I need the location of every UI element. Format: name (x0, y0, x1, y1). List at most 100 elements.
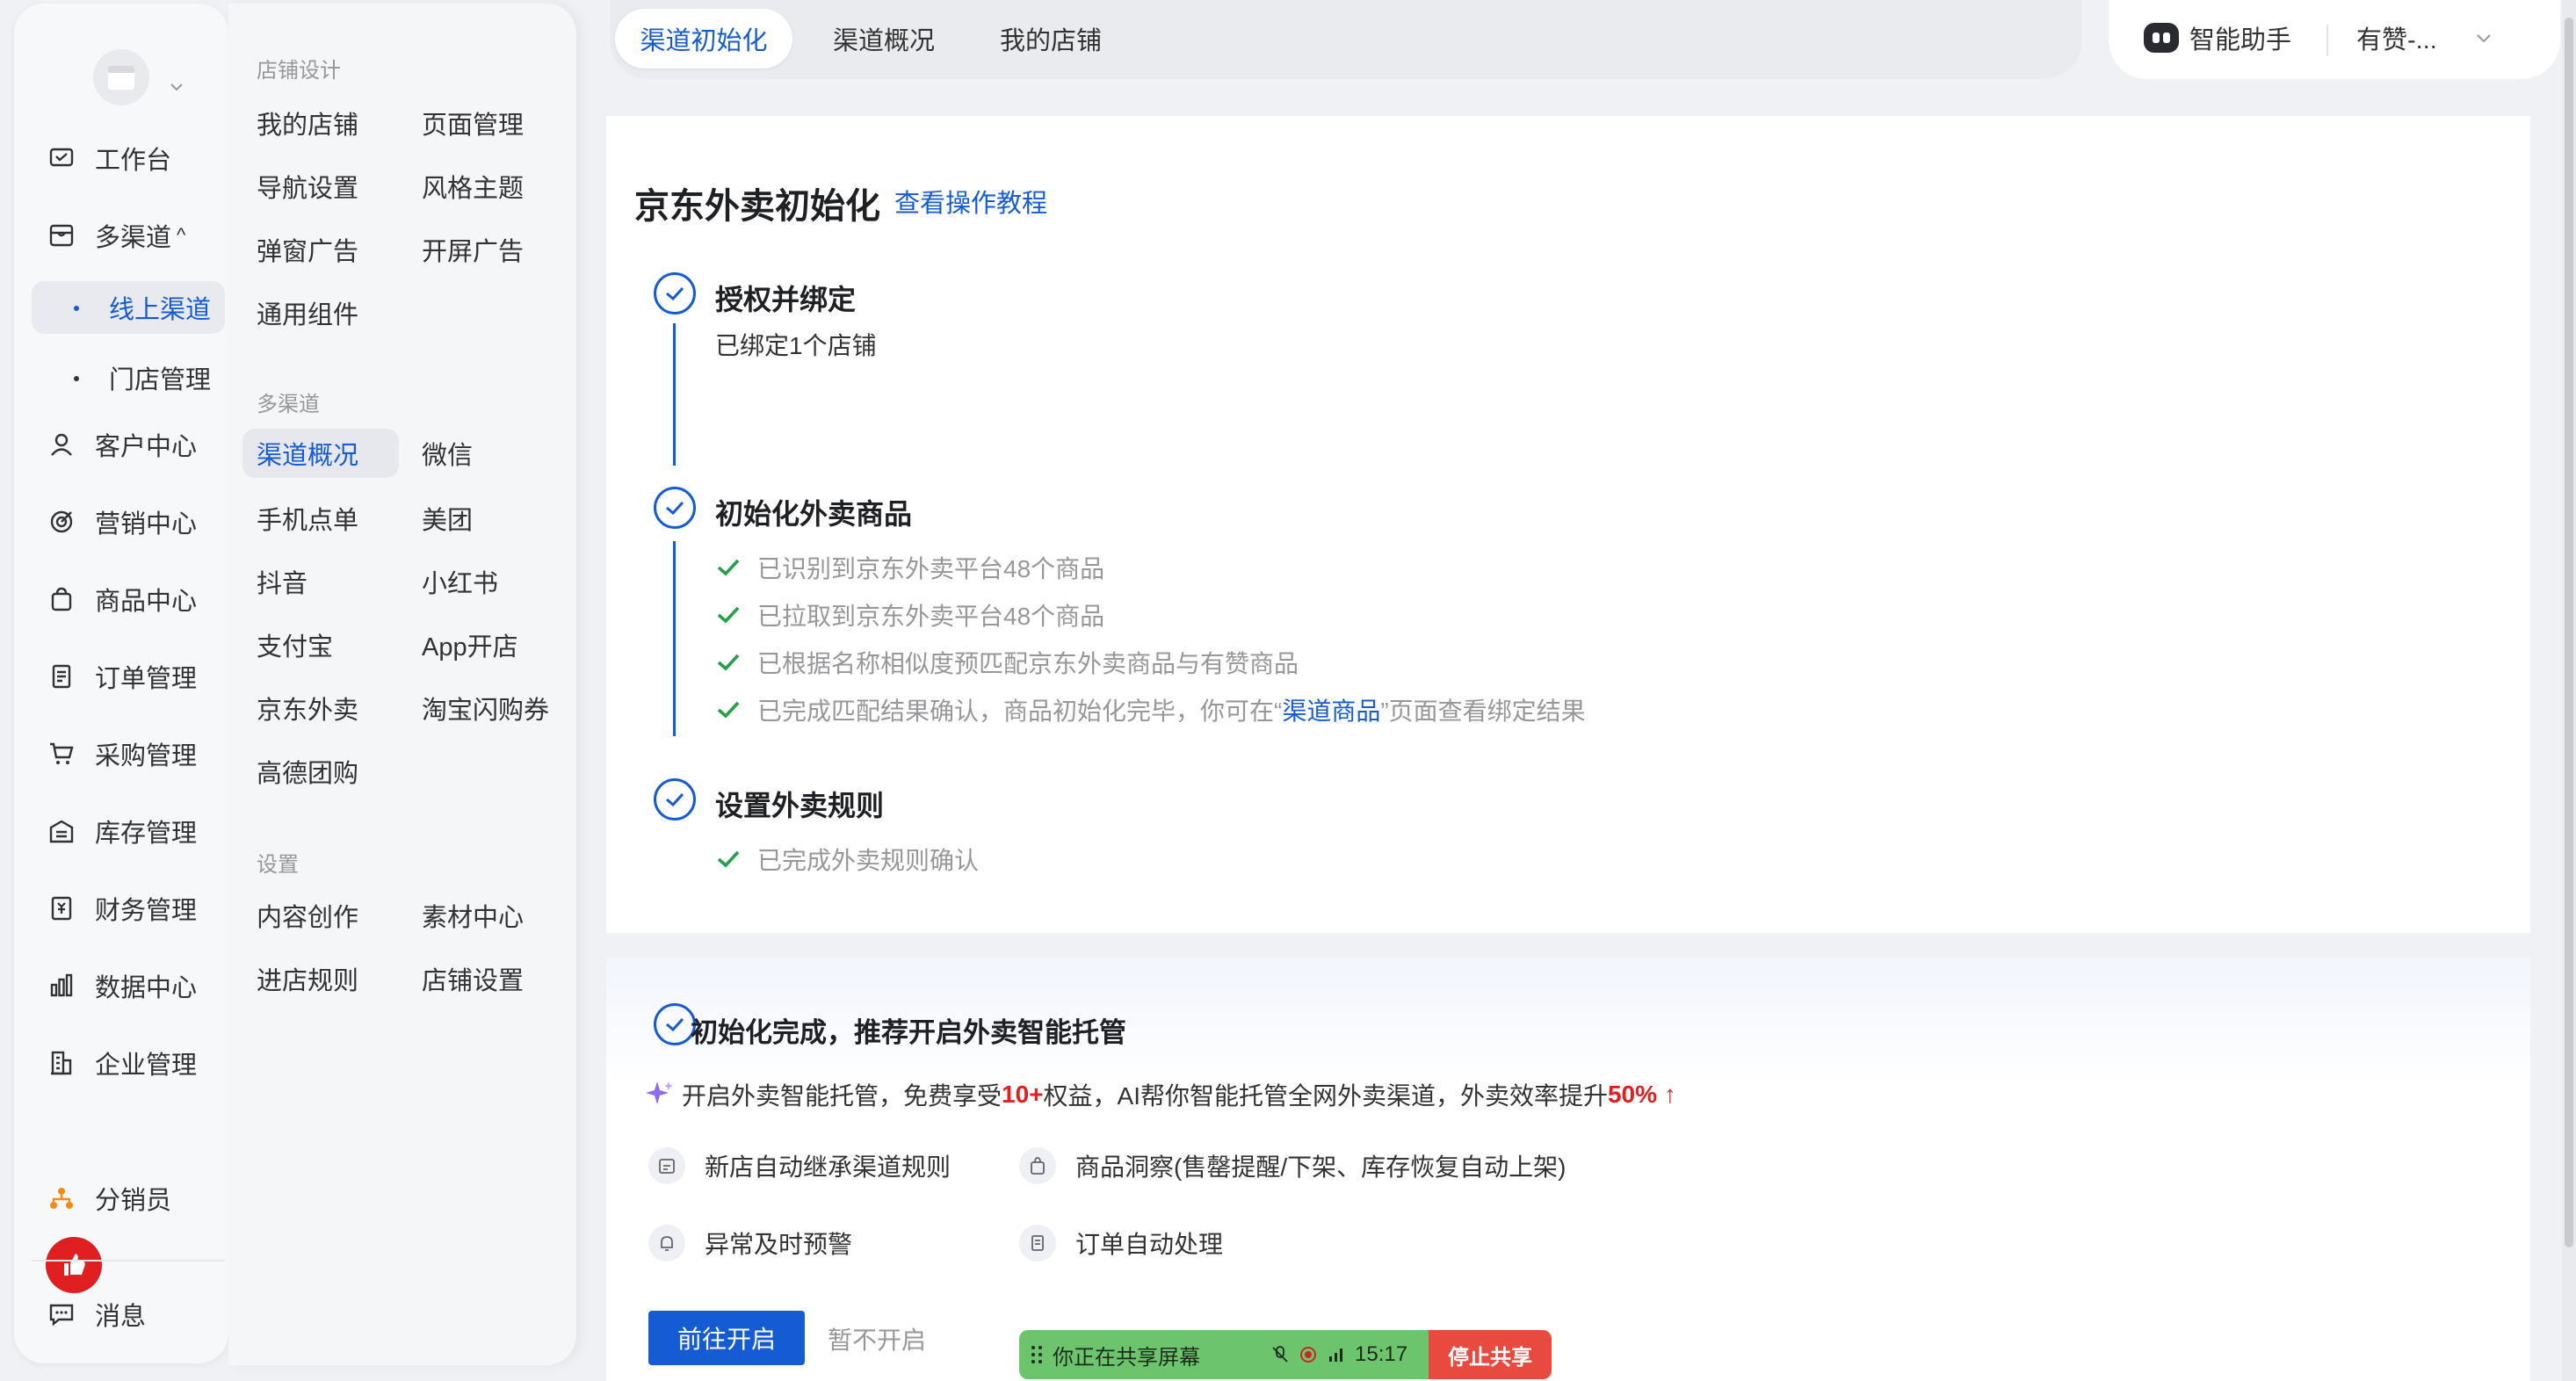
submenu-link-common-components[interactable]: 通用组件 (257, 288, 358, 337)
bag-icon (1019, 1147, 1056, 1184)
store-logo[interactable] (93, 49, 149, 105)
feature-item: 新店自动继承渠道规则 (648, 1147, 951, 1184)
share-text: 你正在共享屏幕 (1053, 1345, 1200, 1370)
submenu-link-meituan[interactable]: 美团 (422, 494, 473, 543)
submenu-link-xiaohongshu[interactable]: 小红书 (422, 557, 498, 606)
sidebar-item-online-channel[interactable]: 线上渠道 (32, 281, 225, 334)
sidebar-item-label: 采购管理 (95, 742, 198, 770)
enable-button[interactable]: 前往开启 (648, 1311, 805, 1365)
bell-icon (648, 1225, 685, 1262)
sidebar-item-distributor[interactable]: 分销员 (46, 1172, 221, 1225)
checkmark-icon (715, 602, 742, 628)
sidebar-item-workbench[interactable]: 工作台 (46, 132, 221, 184)
channel-products-link[interactable]: 渠道商品 (1282, 692, 1380, 727)
bag-icon (46, 583, 77, 615)
sparkle-icon (646, 1081, 673, 1104)
sidebar-item-marketing-center[interactable]: 营销中心 (46, 495, 221, 548)
sidebar-item-label: 库存管理 (95, 820, 198, 848)
sidebar-item-data-center[interactable]: 数据中心 (46, 959, 221, 1012)
sidebar-item-inventory-management[interactable]: 库存管理 (46, 805, 221, 857)
account-switcher[interactable]: 有赞-... (2356, 19, 2437, 56)
top-tab-bar: 渠道初始化 渠道概况 我的店铺 (610, 0, 2082, 79)
submenu-link-page-management[interactable]: 页面管理 (422, 98, 524, 148)
share-status: 你正在共享屏幕 15:17 (1019, 1330, 1429, 1379)
check-text: 已根据名称相似度预匹配京东外卖商品与有赞商品 (757, 650, 1299, 677)
drag-handle-icon[interactable] (1030, 1343, 1044, 1366)
chevron-down-icon[interactable] (2474, 28, 2493, 47)
init-card: 京东外卖初始化 查看操作教程 授权并绑定 已绑定1个店铺 初始化外卖商品 已识别… (606, 116, 2530, 933)
feature-text: 商品洞察(售罄提醒/下架、库存恢复自动上架) (1075, 1153, 1567, 1181)
sidebar-item-label: 多渠道 (95, 224, 172, 252)
multichannel-icon (46, 220, 77, 251)
submenu-link-popup-ad[interactable]: 弹窗广告 (257, 225, 358, 274)
stop-sharing-button[interactable]: 停止共享 (1429, 1330, 1552, 1379)
group-title-store-design: 店铺设计 (257, 59, 341, 83)
submenu-link-material-center[interactable]: 素材中心 (422, 891, 524, 940)
sidebar-item-label: 客户中心 (95, 433, 198, 461)
recommend-title: 初始化完成，推荐开启外卖智能托管 (691, 1017, 1126, 1048)
message-icon (46, 1298, 77, 1330)
promo-highlight: 10+ (1002, 1081, 1044, 1108)
tab-channel-init[interactable]: 渠道初始化 (615, 9, 792, 69)
sidebar-item-message[interactable]: 消息 (46, 1288, 221, 1341)
submenu-link-wechat[interactable]: 微信 (422, 429, 473, 478)
submenu-link-entry-rules[interactable]: 进店规则 (257, 954, 358, 1003)
check-item: 已识别到京东外卖平台48个商品 (715, 550, 1104, 585)
page-title: 京东外卖初始化 (634, 187, 880, 226)
tutorial-link[interactable]: 查看操作教程 (894, 183, 1047, 220)
bullet-dot (74, 306, 79, 311)
check-text: ”页面查看绑定结果 (1380, 698, 1586, 725)
sidebar-item-label: 工作台 (95, 147, 172, 175)
sidebar-item-finance-management[interactable]: 财务管理 (46, 882, 221, 935)
submenu-link-my-store[interactable]: 我的店铺 (257, 98, 358, 148)
submenu-link-jd-takeaway[interactable]: 京东外卖 (257, 683, 358, 733)
submenu-link-content-creation[interactable]: 内容创作 (257, 891, 358, 940)
submenu-link-nav-settings[interactable]: 导航设置 (257, 162, 358, 211)
promo-part: 权益，AI帮你智能托管全网外卖渠道，外卖效率提升 (1043, 1082, 1608, 1110)
checkmark-icon (715, 554, 742, 581)
submenu-link-mobile-order[interactable]: 手机点单 (257, 494, 358, 543)
chart-icon (46, 970, 77, 1001)
toolbar-divider (2326, 25, 2328, 56)
sidebar-item-enterprise-management[interactable]: 企业管理 (46, 1037, 221, 1089)
step-check-icon (654, 487, 696, 529)
sidebar-item-label: 数据中心 (95, 974, 198, 1002)
warehouse-icon (46, 815, 77, 847)
step-connector (673, 541, 676, 736)
submenu-link-taobao-flash[interactable]: 淘宝闪购券 (422, 683, 549, 733)
scrollbar-thumb[interactable] (2565, 18, 2573, 1247)
submenu-link-channel-overview[interactable]: 渠道概况 (242, 429, 399, 478)
skip-button[interactable]: 暂不开启 (828, 1321, 926, 1356)
submenu-link-app-store[interactable]: App开店 (422, 620, 518, 669)
thumbs-up-icon[interactable] (46, 1237, 102, 1293)
sidebar-item-purchase-management[interactable]: 采购管理 (46, 727, 221, 780)
sidebar-item-label: 营销中心 (95, 510, 198, 539)
tab-channel-overview[interactable]: 渠道概况 (805, 9, 963, 69)
sidebar-item-product-center[interactable]: 商品中心 (46, 573, 221, 625)
submenu-link-amap-groupbuy[interactable]: 高德团购 (257, 747, 358, 796)
tab-my-store[interactable]: 我的店铺 (972, 9, 1130, 69)
record-icon (1300, 1347, 1316, 1363)
submenu-link-store-settings[interactable]: 店铺设置 (422, 954, 524, 1003)
assistant-button[interactable]: 智能助手 (2144, 19, 2291, 56)
submenu-link-splash-ad[interactable]: 开屏广告 (422, 225, 524, 274)
mic-muted-icon[interactable] (1270, 1345, 1290, 1364)
sidebar-item-label: 线上渠道 (109, 296, 212, 324)
promo-highlight: 50% ↑ (1607, 1081, 1676, 1108)
sidebar-item-label: 分销员 (95, 1187, 172, 1215)
submenu-link-douyin[interactable]: 抖音 (257, 557, 308, 606)
store-icon (108, 66, 134, 90)
sidebar-item-customer-center[interactable]: 客户中心 (46, 418, 221, 471)
chevron-down-icon[interactable] (169, 79, 185, 95)
user-icon (46, 429, 77, 460)
step-title: 初始化外卖商品 (715, 498, 913, 530)
sidebar-item-order-management[interactable]: 订单管理 (46, 650, 221, 703)
submenu-link-alipay[interactable]: 支付宝 (257, 620, 333, 669)
submenu-link-style-theme[interactable]: 风格主题 (422, 162, 524, 211)
feature-text: 新店自动继承渠道规则 (705, 1153, 952, 1181)
sidebar-item-store-management[interactable]: 门店管理 (32, 351, 225, 404)
feature-item: 商品洞察(售罄提醒/下架、库存恢复自动上架) (1019, 1147, 1566, 1184)
feature-item: 异常及时预警 (648, 1225, 852, 1262)
sidebar-item-multichannel[interactable]: 多渠道 ^ (46, 209, 221, 262)
workbench-icon (46, 142, 77, 174)
